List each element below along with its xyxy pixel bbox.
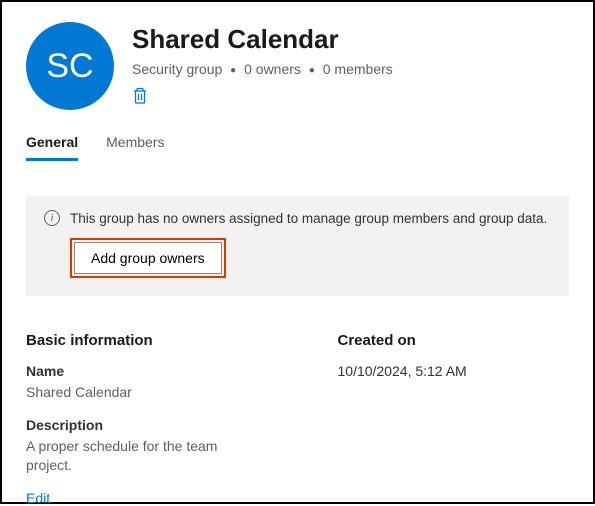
group-header: SC Shared Calendar Security group ● 0 ow… [26, 22, 569, 110]
tab-general[interactable]: General [26, 134, 78, 161]
created-on-section: Created on 10/10/2024, 5:12 AM [338, 332, 570, 506]
delete-icon[interactable] [132, 87, 148, 110]
add-group-owners-button[interactable]: Add group owners [74, 242, 222, 274]
banner-message-row: i This group has no owners assigned to m… [44, 210, 551, 226]
tab-members[interactable]: Members [106, 134, 164, 161]
add-owners-highlight: Add group owners [70, 238, 226, 278]
content-columns: Basic information Name Shared Calendar D… [26, 332, 569, 506]
owners-count: 0 owners [244, 61, 301, 77]
group-type-label: Security group [132, 61, 222, 77]
description-value: A proper schedule for the team project. [26, 437, 258, 476]
group-avatar: SC [26, 22, 114, 110]
group-subtitle: Security group ● 0 owners ● 0 members [132, 61, 393, 77]
basic-information-section: Basic information Name Shared Calendar D… [26, 332, 258, 506]
separator-dot: ● [230, 65, 236, 76]
group-title: Shared Calendar [132, 24, 393, 55]
description-label: Description [26, 417, 258, 433]
banner-message: This group has no owners assigned to man… [70, 211, 547, 226]
edit-link[interactable]: Edit [26, 490, 258, 506]
basic-info-title: Basic information [26, 332, 258, 349]
no-owners-banner: i This group has no owners assigned to m… [26, 196, 569, 296]
tab-bar: General Members [26, 134, 569, 162]
name-value: Shared Calendar [26, 383, 258, 403]
header-info: Shared Calendar Security group ● 0 owner… [132, 22, 393, 110]
name-label: Name [26, 363, 258, 379]
members-count: 0 members [323, 61, 393, 77]
info-icon: i [44, 210, 60, 226]
created-on-value: 10/10/2024, 5:12 AM [338, 363, 570, 379]
separator-dot: ● [309, 65, 315, 76]
created-on-title: Created on [338, 332, 570, 349]
avatar-initials: SC [46, 47, 93, 86]
